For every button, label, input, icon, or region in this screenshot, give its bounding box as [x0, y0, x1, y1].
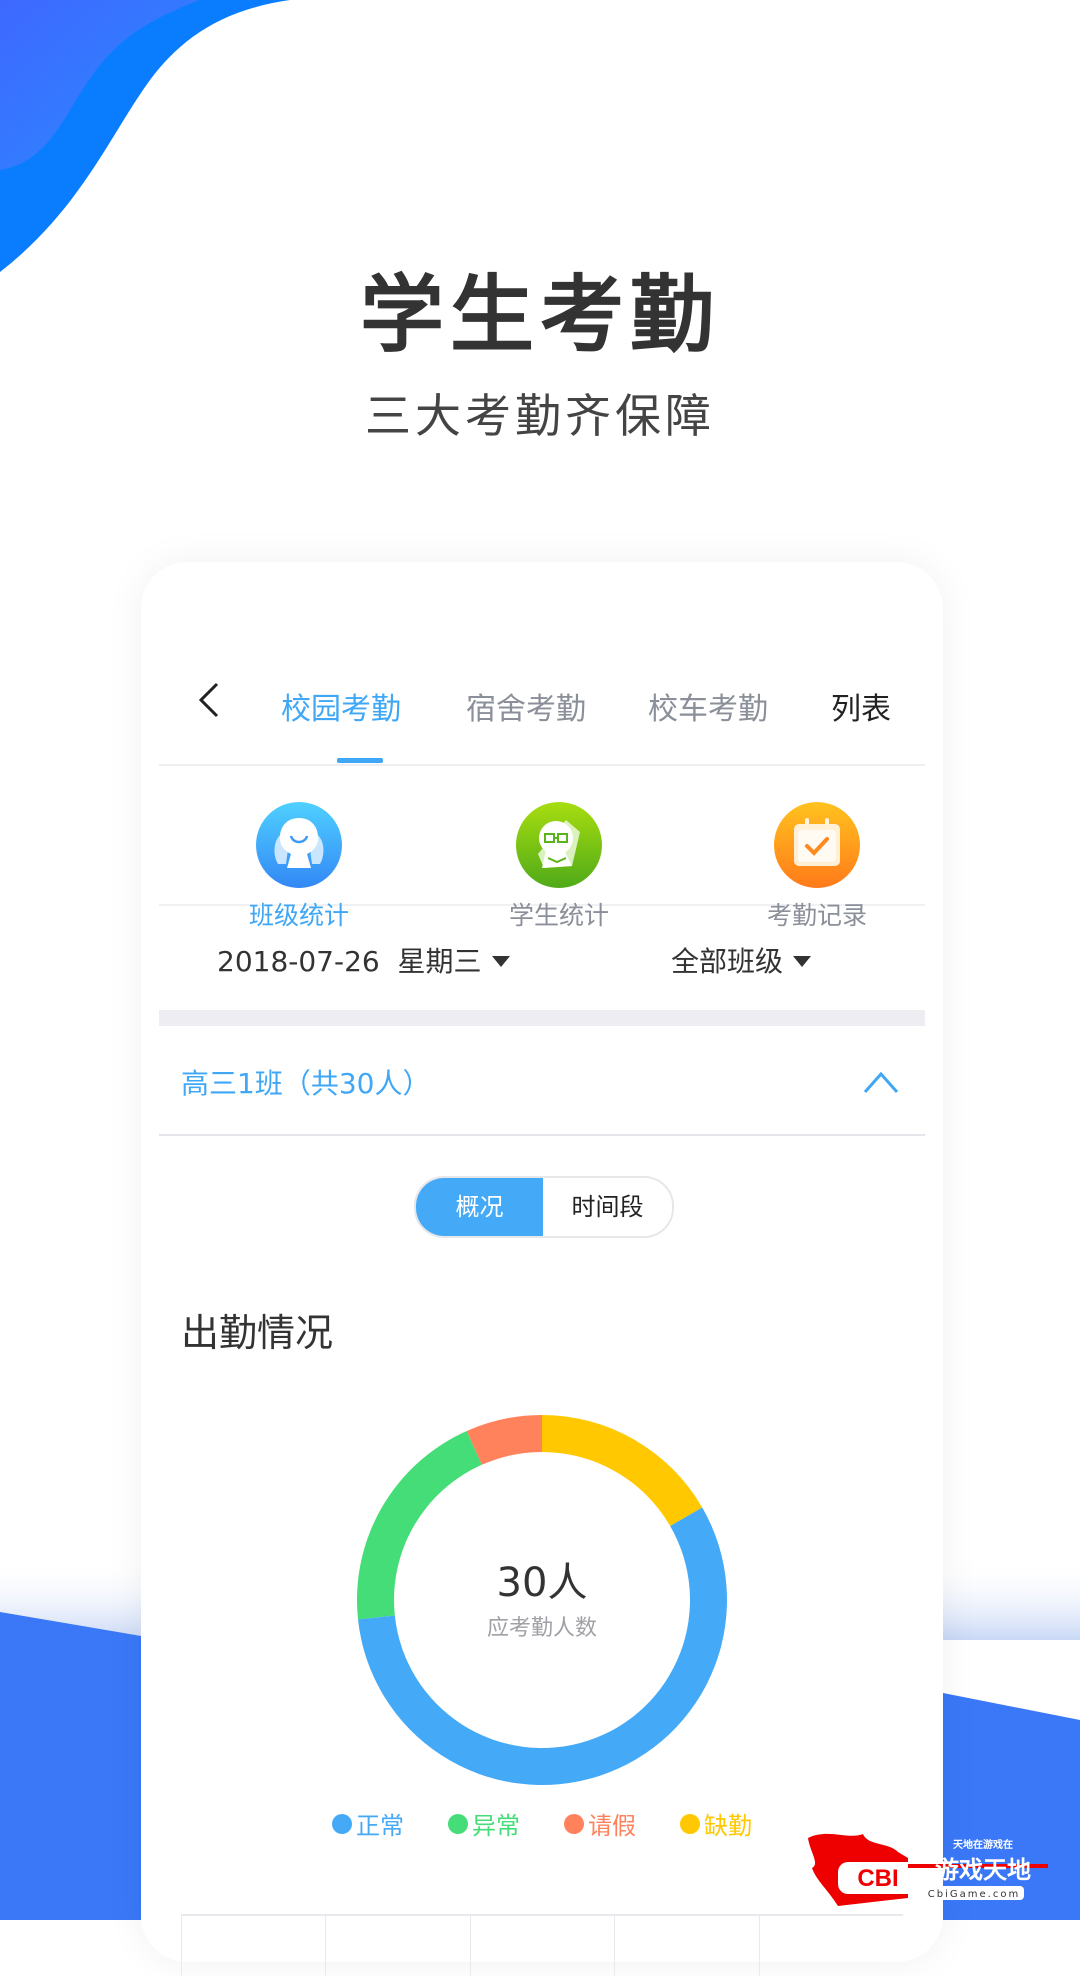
- segment-overview[interactable]: 概况: [416, 1178, 543, 1236]
- weekday-value: 星期三: [397, 945, 482, 978]
- legend-label: 异常: [472, 1812, 520, 1840]
- class-group-title: 高三1班（共30人）: [181, 1067, 431, 1100]
- active-tab-indicator: [337, 758, 383, 763]
- watermark-small-text: 天地在游戏在: [953, 1838, 1013, 1851]
- donut-center-value: 30人: [496, 1560, 588, 1606]
- caret-down-icon: [793, 955, 812, 967]
- list-button[interactable]: 列表: [831, 684, 891, 728]
- tab-bus-attendance[interactable]: 校车考勤: [648, 684, 768, 728]
- section-title: 出勤情况: [181, 1311, 334, 1355]
- table-cell: [469, 1916, 614, 1976]
- legend-label: 缺勤: [704, 1812, 752, 1840]
- table-cell: [614, 1916, 758, 1976]
- donut-segment-3: [466, 1415, 542, 1465]
- class-select[interactable]: 全部班级: [671, 940, 812, 980]
- legend-dot-icon: [448, 1813, 468, 1834]
- date-picker[interactable]: 2018-07-26 星期三: [217, 940, 510, 980]
- tab-dorm-attendance[interactable]: 宿舍考勤: [466, 684, 586, 728]
- legend-item[interactable]: 异常: [448, 1806, 520, 1841]
- quick-actions-row: 班级统计 学生统计 考勤记录: [159, 766, 925, 930]
- watermark-url: CbiGame.com: [928, 1889, 1020, 1900]
- watermark-logo-text: CBI: [857, 1865, 898, 1892]
- filter-row: 2018-07-26 星期三 全部班级: [159, 906, 925, 1016]
- legend-item[interactable]: 请假: [564, 1806, 636, 1841]
- watermark-logo: CBI 天地在游戏在 游戏天地 CbiGame.com: [808, 1833, 1048, 1906]
- chevron-left-icon[interactable]: [191, 680, 231, 720]
- student-stats-icon: [516, 802, 602, 888]
- legend-label: 请假: [588, 1812, 636, 1840]
- legend-item[interactable]: 缺勤: [680, 1806, 752, 1841]
- segment-time-period[interactable]: 时间段: [543, 1178, 672, 1236]
- legend-item[interactable]: 正常: [332, 1806, 404, 1841]
- hero-title: 学生考勤: [359, 265, 720, 364]
- top-nav-bar: 校园考勤 宿舍考勤 校车考勤 列表: [159, 622, 925, 766]
- legend-label: 正常: [356, 1812, 404, 1840]
- donut-segment-0: [542, 1415, 703, 1526]
- attendance-record-icon: [774, 802, 860, 888]
- donut-center-label: 应考勤人数: [486, 1616, 597, 1641]
- class-group-header[interactable]: 高三1班（共30人）: [159, 1026, 925, 1136]
- view-segmented-control: 概况 时间段: [414, 1176, 674, 1238]
- stats-table-header: [181, 1914, 903, 1976]
- caret-down-icon: [491, 955, 510, 967]
- hero-subtitle: 三大考勤齐保障: [365, 389, 715, 443]
- class-stats-icon: [256, 802, 342, 888]
- chevron-up-icon[interactable]: [863, 1070, 899, 1094]
- legend-dot-icon: [680, 1813, 700, 1834]
- legend-dot-icon: [564, 1813, 584, 1834]
- table-cell: [181, 1916, 325, 1976]
- phone-mockup-card: 校园考勤 宿舍考勤 校车考勤 列表 班级统计 学生统计 考勤记录 2018-07…: [141, 562, 943, 1976]
- section-divider: [159, 1010, 925, 1026]
- tab-campus-attendance[interactable]: 校园考勤: [281, 684, 401, 728]
- watermark-text: 游戏天地: [935, 1856, 1031, 1884]
- date-value: 2018-07-26: [217, 945, 380, 978]
- table-cell: [325, 1916, 469, 1976]
- legend-dot-icon: [332, 1813, 352, 1834]
- table-cell: [758, 1916, 903, 1976]
- class-select-value: 全部班级: [671, 945, 784, 978]
